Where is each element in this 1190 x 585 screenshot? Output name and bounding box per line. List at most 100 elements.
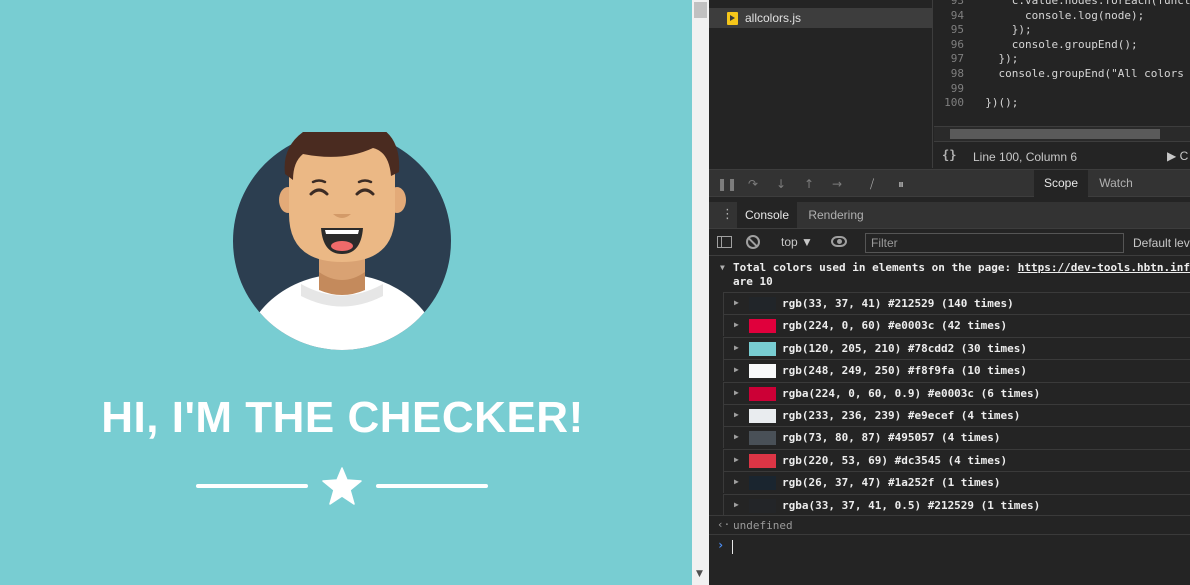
tab-scope[interactable]: Scope bbox=[1034, 170, 1088, 197]
step-over-icon[interactable]: ↷ bbox=[745, 176, 761, 192]
code-line: 99 bbox=[934, 81, 972, 96]
expand-caret-icon[interactable]: ▶ bbox=[734, 432, 739, 441]
expand-caret-icon[interactable]: ▶ bbox=[734, 500, 739, 509]
star-icon bbox=[322, 467, 362, 505]
color-swatch bbox=[749, 498, 776, 513]
expand-caret-icon[interactable]: ▶ bbox=[734, 320, 739, 329]
page-scrollbar[interactable]: ▼ bbox=[692, 0, 709, 585]
divider-line-right bbox=[376, 484, 488, 488]
drawer-tab-bar: ⋮ Console Rendering bbox=[709, 202, 1190, 229]
color-swatch bbox=[749, 341, 776, 356]
expand-caret-icon[interactable]: ▶ bbox=[734, 298, 739, 307]
color-swatch bbox=[749, 386, 776, 401]
color-swatch bbox=[749, 453, 776, 468]
color-log-text: rgb(224, 0, 60) #e0003c (42 times) bbox=[782, 319, 1008, 333]
color-swatch bbox=[749, 476, 776, 491]
code-line: 100 })(); bbox=[934, 95, 1018, 110]
code-text: })(); bbox=[972, 96, 1019, 110]
line-number[interactable]: 99 bbox=[934, 81, 972, 96]
expand-caret-icon[interactable]: ▼ bbox=[720, 263, 725, 272]
color-log-row[interactable]: ▶ rgb(248, 249, 250) #f8f9fa (10 times) bbox=[723, 359, 1190, 382]
scroll-down-arrow-icon[interactable]: ▼ bbox=[696, 569, 703, 579]
devtools-panel: allcolors.js 93 c.value.nodes.forEach(fu… bbox=[709, 0, 1190, 585]
expand-caret-icon[interactable]: ▶ bbox=[734, 477, 739, 486]
line-number[interactable]: 100 bbox=[934, 95, 972, 110]
console-prompt[interactable]: › bbox=[709, 534, 1190, 556]
tab-rendering[interactable]: Rendering bbox=[801, 202, 871, 228]
deactivate-breakpoints-icon[interactable]: ⧸ bbox=[864, 176, 880, 192]
log-levels-select[interactable]: Default lev bbox=[1133, 236, 1190, 250]
console-output: ▼ Total colors used in elements on the p… bbox=[709, 257, 1190, 585]
color-swatch bbox=[749, 319, 776, 334]
context-selector[interactable]: top ▼ bbox=[781, 235, 813, 249]
page-scrollbar-thumb[interactable] bbox=[694, 2, 707, 18]
expand-caret-icon[interactable]: ▶ bbox=[734, 455, 739, 464]
color-swatch bbox=[749, 431, 776, 446]
code-text: }); bbox=[972, 52, 1019, 66]
color-log-row[interactable]: ▶ rgb(73, 80, 87) #495057 (4 times) bbox=[723, 426, 1190, 449]
color-log-row[interactable]: ▶ rgb(224, 0, 60) #e0003c (42 times) bbox=[723, 314, 1190, 337]
tab-watch[interactable]: Watch bbox=[1088, 170, 1144, 197]
color-log-row[interactable]: ▶ rgba(224, 0, 60, 0.9) #e0003c (6 times) bbox=[723, 381, 1190, 404]
result-arrow-icon: ‹· bbox=[717, 518, 731, 531]
editor-horizontal-scrollbar[interactable] bbox=[934, 126, 1190, 141]
filter-input[interactable] bbox=[865, 233, 1124, 253]
pause-on-exceptions-icon[interactable]: ⏸ bbox=[893, 176, 909, 192]
color-log-row[interactable]: ▶ rgb(220, 53, 69) #dc3545 (4 times) bbox=[723, 448, 1190, 471]
step-out-icon[interactable]: ↑ bbox=[801, 176, 817, 192]
code-line: 95 }); bbox=[934, 22, 1032, 37]
step-icon[interactable]: → bbox=[829, 176, 845, 192]
code-line: 97 }); bbox=[934, 51, 1019, 66]
color-log-text: rgb(33, 37, 41) #212529 (140 times) bbox=[782, 297, 1014, 310]
step-into-icon[interactable]: ↓ bbox=[773, 176, 789, 192]
code-text: }); bbox=[972, 23, 1032, 37]
group-link[interactable]: https://dev-tools.hbtn.info bbox=[1018, 261, 1190, 274]
color-log-text: rgba(224, 0, 60, 0.9) #e0003c (6 times) bbox=[782, 386, 1041, 400]
color-log-text: rgb(120, 205, 210) #78cdd2 (30 times) bbox=[782, 341, 1028, 355]
line-number[interactable]: 94 bbox=[934, 8, 972, 23]
hero-title: HI, I'M THE CHECKER! bbox=[101, 393, 584, 442]
prompt-chevron-icon: › bbox=[717, 538, 725, 552]
color-log-row[interactable]: ▶ rgb(233, 236, 239) #e9ecef (4 times) bbox=[723, 404, 1190, 426]
coverage-button[interactable]: ▶ C bbox=[1167, 149, 1188, 163]
tab-console[interactable]: Console bbox=[737, 202, 797, 228]
line-number[interactable]: 97 bbox=[934, 51, 972, 66]
file-name: allcolors.js bbox=[745, 11, 802, 25]
expand-caret-icon[interactable]: ▶ bbox=[734, 410, 739, 419]
editor-scrollbar-thumb[interactable] bbox=[950, 129, 1160, 139]
clear-console-icon[interactable] bbox=[746, 235, 760, 249]
code-line: 94 console.log(node); bbox=[934, 8, 1144, 23]
live-expression-eye-icon[interactable] bbox=[831, 236, 847, 247]
web-page: HI, I'M THE CHECKER! bbox=[0, 0, 692, 585]
pretty-print-icon[interactable]: {} bbox=[942, 148, 956, 162]
color-log-text: rgb(73, 80, 87) #495057 (4 times) bbox=[782, 431, 1001, 445]
code-line: 96 console.groupEnd(); bbox=[934, 37, 1138, 52]
debugger-toolbar: ❚❚ ↷ ↓ ↑ → ⧸ ⏸ Scope Watch bbox=[709, 169, 1190, 197]
color-log-row[interactable]: ▶ rgb(33, 37, 41) #212529 (140 times) bbox=[723, 292, 1190, 314]
line-number[interactable]: 95 bbox=[934, 22, 972, 37]
color-log-row[interactable]: ▶ rgba(33, 37, 41, 0.5) #212529 (1 times) bbox=[723, 493, 1190, 516]
file-tree-item[interactable]: allcolors.js bbox=[709, 8, 933, 28]
code-text: console.log(node); bbox=[972, 8, 1145, 22]
color-log-row[interactable]: ▶ rgb(120, 205, 210) #78cdd2 (30 times) bbox=[723, 336, 1190, 359]
group-title: Total colors used in elements on the pag… bbox=[733, 261, 1018, 274]
expand-caret-icon[interactable]: ▶ bbox=[734, 343, 739, 352]
console-sidebar-icon[interactable] bbox=[717, 236, 732, 248]
drawer-menu-icon[interactable]: ⋮ bbox=[721, 207, 734, 223]
color-swatch bbox=[749, 409, 776, 423]
color-log-row[interactable]: ▶ rgb(26, 37, 47) #1a252f (1 times) bbox=[723, 471, 1190, 494]
avatar bbox=[233, 132, 451, 350]
code-editor[interactable]: 93 c.value.nodes.forEach(functi 94 consol… bbox=[934, 0, 1190, 126]
expand-caret-icon[interactable]: ▶ bbox=[734, 365, 739, 374]
console-group-header[interactable]: ▼ Total colors used in elements on the p… bbox=[709, 259, 1190, 291]
line-number[interactable]: 96 bbox=[934, 37, 972, 52]
expand-caret-icon[interactable]: ▶ bbox=[734, 388, 739, 397]
code-text: console.groupEnd(); bbox=[972, 37, 1138, 51]
pause-icon[interactable]: ❚❚ bbox=[717, 176, 737, 192]
color-log-text: rgb(26, 37, 47) #1a252f (1 times) bbox=[782, 476, 1001, 490]
line-number[interactable]: 98 bbox=[934, 66, 972, 81]
color-log-text: rgba(33, 37, 41, 0.5) #212529 (1 times) bbox=[782, 498, 1041, 512]
code-line: 98 console.groupEnd("All colors u bbox=[934, 66, 1190, 81]
color-swatch bbox=[749, 297, 776, 311]
color-swatch bbox=[749, 364, 776, 379]
